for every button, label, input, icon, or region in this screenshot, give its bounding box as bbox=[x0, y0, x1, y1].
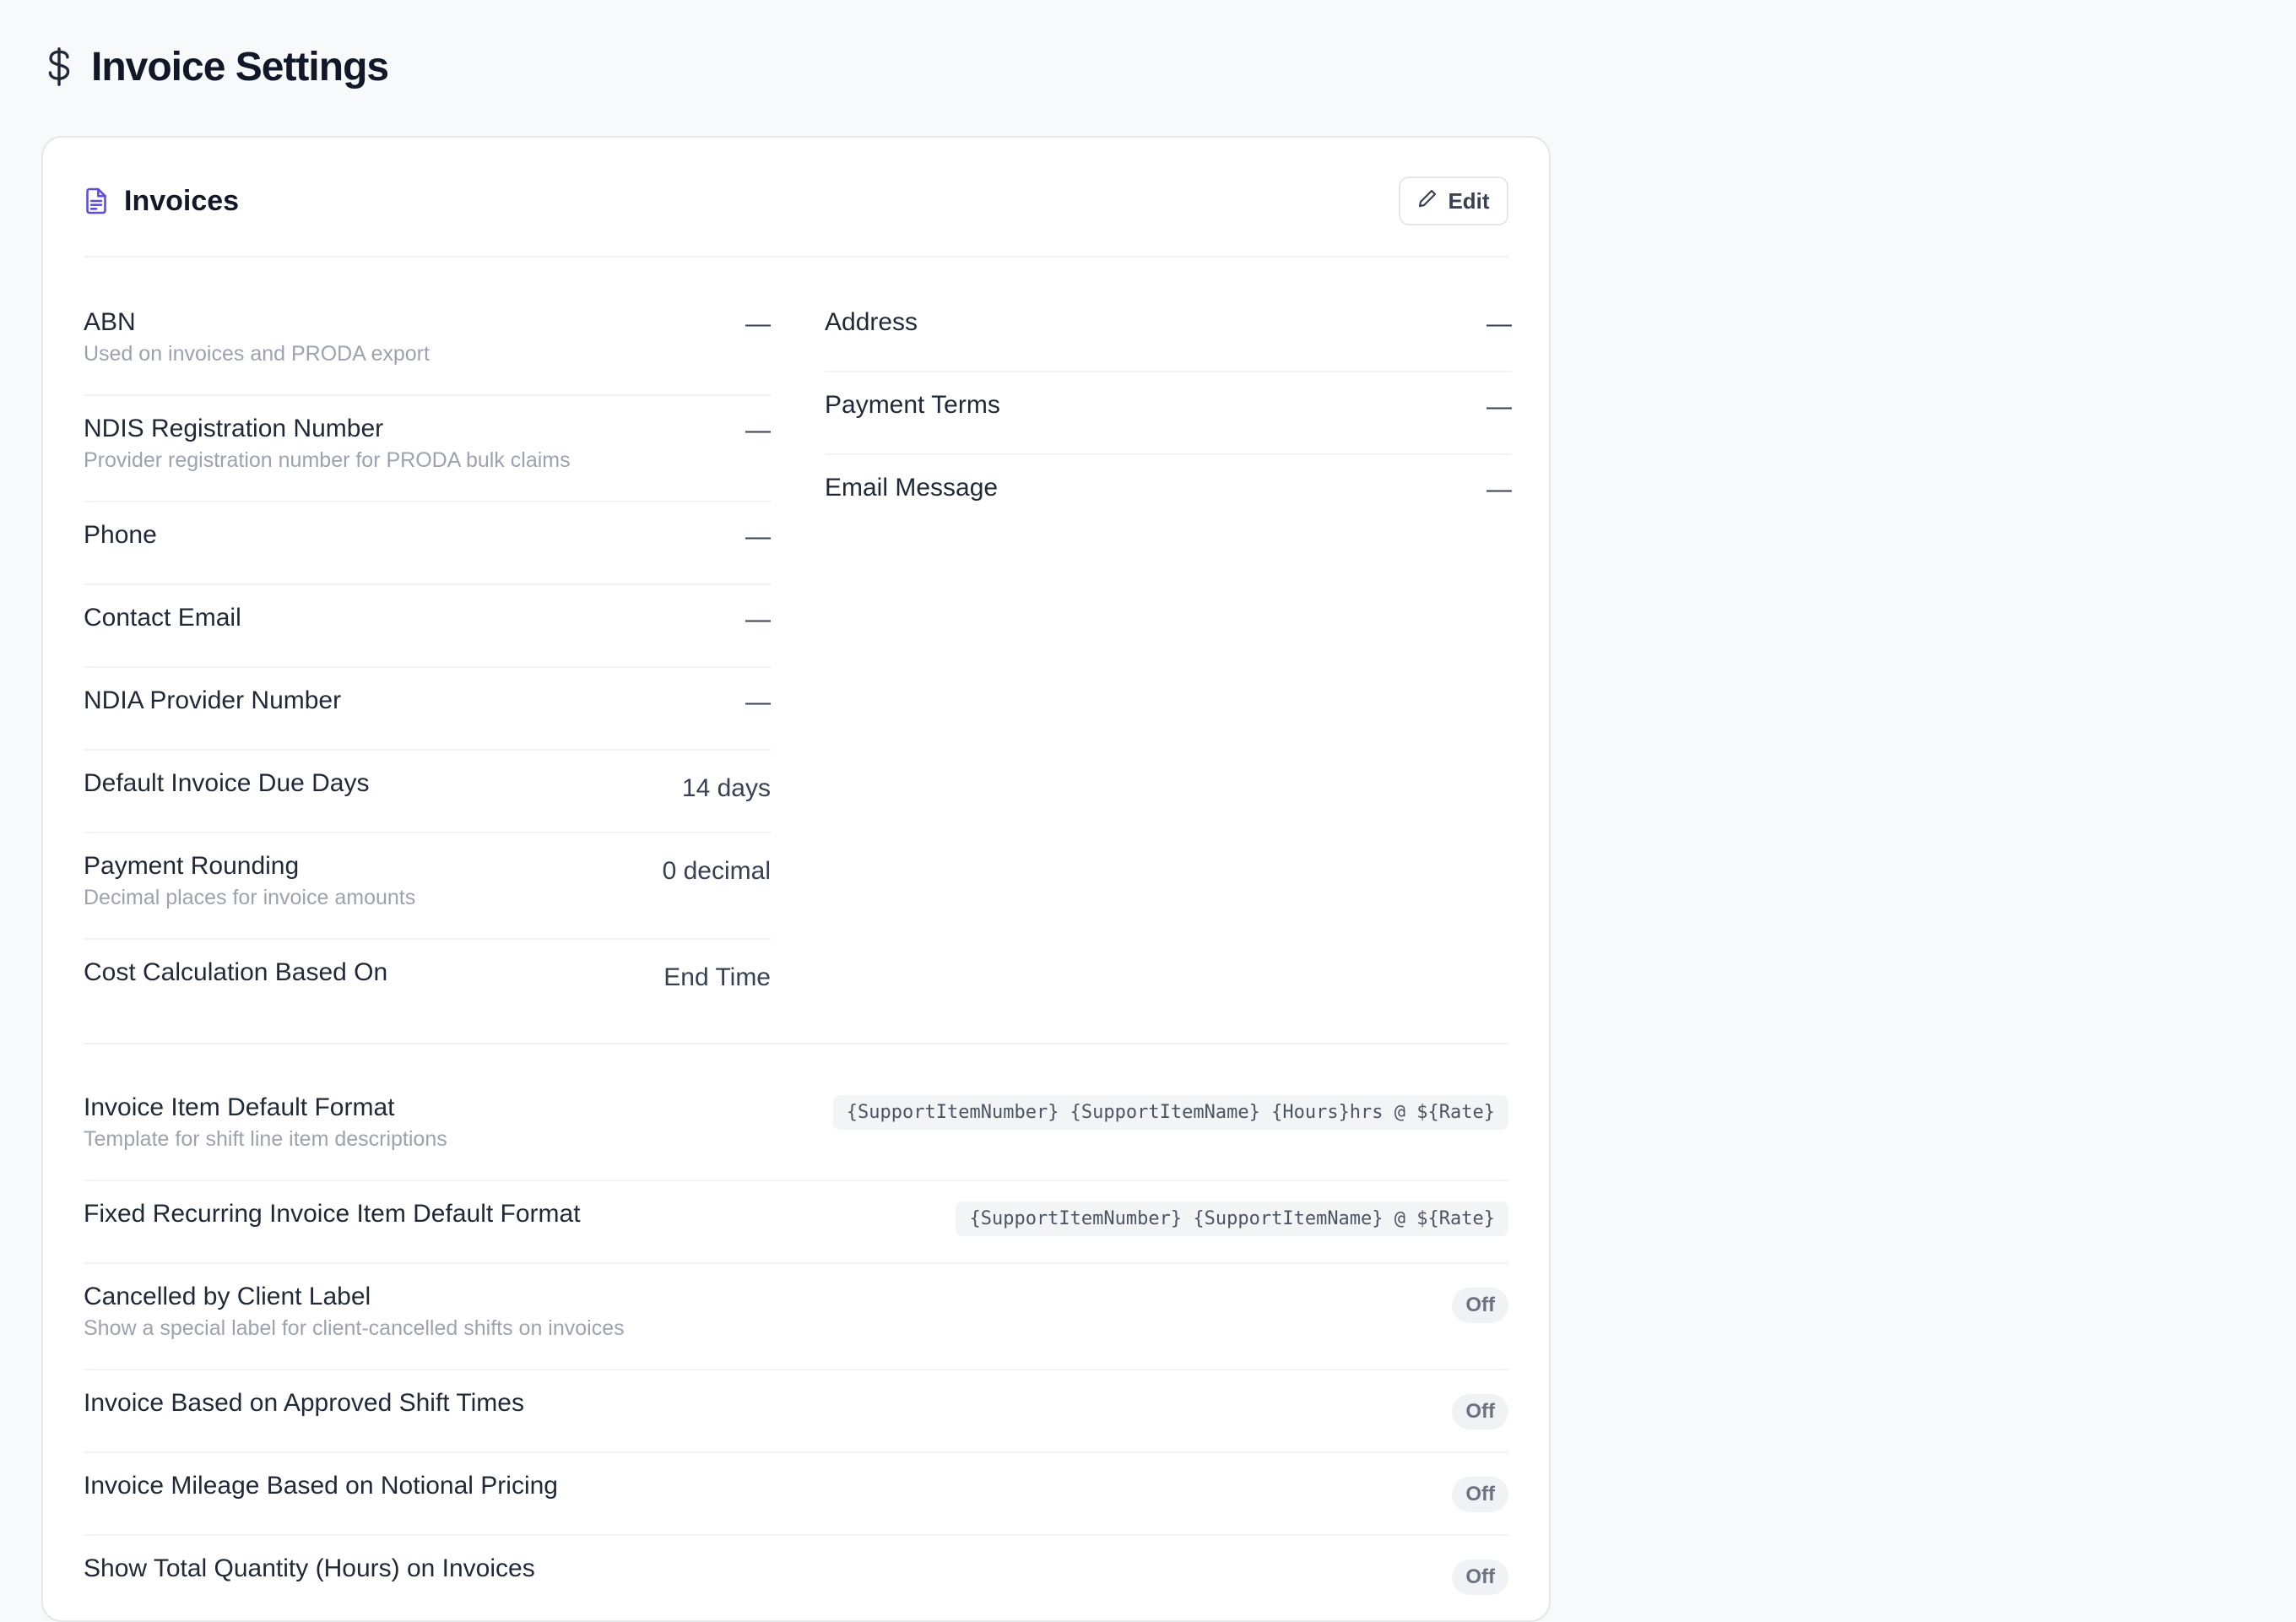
field-value: — bbox=[745, 310, 771, 338]
field-value: 14 days bbox=[681, 774, 771, 802]
page-header: Invoice Settings bbox=[42, 39, 389, 95]
field-description: Show a special label for client-cancelle… bbox=[84, 1316, 625, 1340]
status-badge: Off bbox=[1452, 1394, 1508, 1429]
field-contact-email: Contact Email — bbox=[84, 585, 771, 668]
field-description: Decimal places for invoice amounts bbox=[84, 886, 416, 909]
format-and-toggle-section: Invoice Item Default Format Template for… bbox=[84, 1075, 1508, 1619]
field-value: 0 decimal bbox=[662, 857, 771, 885]
field-label: Payment Terms bbox=[825, 391, 1000, 419]
field-email-message: Email Message — bbox=[825, 455, 1512, 538]
status-badge: Off bbox=[1452, 1560, 1508, 1595]
field-label: Cost Calculation Based On bbox=[84, 958, 388, 986]
field-label: Payment Rounding bbox=[84, 852, 300, 880]
field-cost-calculation-based-on: Cost Calculation Based On End Time bbox=[84, 940, 771, 1023]
field-fixed-recurring-invoice-item-default-format: Fixed Recurring Invoice Item Default For… bbox=[84, 1181, 1508, 1264]
edit-button[interactable]: Edit bbox=[1399, 176, 1508, 225]
field-abn: ABN Used on invoices and PRODA export — bbox=[84, 290, 771, 396]
field-value: — bbox=[1486, 310, 1512, 338]
field-ndia-provider-number: NDIA Provider Number — bbox=[84, 668, 771, 751]
edit-button-label: Edit bbox=[1448, 187, 1490, 214]
field-show-total-quantity-hours-on-invoices: Show Total Quantity (Hours) on Invoices … bbox=[84, 1536, 1508, 1619]
field-value: — bbox=[1486, 475, 1512, 503]
field-description: Provider registration number for PRODA b… bbox=[84, 448, 571, 472]
field-label: NDIS Registration Number bbox=[84, 415, 384, 442]
left-field-column: ABN Used on invoices and PRODA export — … bbox=[84, 290, 771, 1023]
dollar-icon bbox=[42, 45, 76, 89]
field-payment-terms: Payment Terms — bbox=[825, 372, 1512, 455]
field-description: Used on invoices and PRODA export bbox=[84, 342, 430, 366]
field-label: Phone bbox=[84, 521, 157, 549]
field-value: — bbox=[745, 605, 771, 633]
field-label: Fixed Recurring Invoice Item Default For… bbox=[84, 1200, 581, 1228]
field-value: — bbox=[745, 688, 771, 716]
status-badge: Off bbox=[1452, 1477, 1508, 1512]
field-default-invoice-due-days: Default Invoice Due Days 14 days bbox=[84, 751, 771, 833]
field-label: Contact Email bbox=[84, 604, 241, 632]
field-label: Default Invoice Due Days bbox=[84, 769, 370, 797]
field-label: Cancelled by Client Label bbox=[84, 1283, 371, 1310]
field-label: Invoice Item Default Format bbox=[84, 1093, 395, 1121]
format-template-code: {SupportItemNumber} {SupportItemName} @ … bbox=[956, 1202, 1508, 1236]
field-label: ABN bbox=[84, 308, 136, 336]
field-value: — bbox=[745, 523, 771, 551]
field-label: Address bbox=[825, 308, 918, 336]
card-title: Invoices bbox=[124, 184, 240, 217]
field-label: Invoice Based on Approved Shift Times bbox=[84, 1389, 524, 1417]
divider bbox=[84, 256, 1508, 258]
divider bbox=[84, 1043, 1508, 1044]
field-label: Show Total Quantity (Hours) on Invoices bbox=[84, 1554, 535, 1582]
field-label: Email Message bbox=[825, 474, 999, 502]
field-invoice-mileage-based-on-notional-pricing: Invoice Mileage Based on Notional Pricin… bbox=[84, 1453, 1508, 1536]
field-label: Invoice Mileage Based on Notional Pricin… bbox=[84, 1472, 558, 1500]
status-badge: Off bbox=[1452, 1288, 1508, 1323]
field-invoice-based-on-approved-shift-times: Invoice Based on Approved Shift Times Of… bbox=[84, 1370, 1508, 1453]
right-field-column: Address — Payment Terms — Email Message … bbox=[825, 290, 1512, 538]
field-label: NDIA Provider Number bbox=[84, 686, 342, 714]
field-invoice-item-default-format: Invoice Item Default Format Template for… bbox=[84, 1075, 1508, 1181]
invoices-card: Invoices Edit ABN Used on invoices and P… bbox=[41, 136, 1551, 1622]
field-address: Address — bbox=[825, 290, 1512, 372]
field-value: End Time bbox=[663, 963, 771, 991]
field-ndis-registration-number: NDIS Registration Number Provider regist… bbox=[84, 396, 771, 502]
field-value: — bbox=[1486, 393, 1512, 420]
format-template-code: {SupportItemNumber} {SupportItemName} {H… bbox=[832, 1095, 1508, 1130]
field-value: — bbox=[745, 416, 771, 444]
field-payment-rounding: Payment Rounding Decimal places for invo… bbox=[84, 833, 771, 940]
document-icon bbox=[84, 187, 109, 215]
card-header: Invoices Edit bbox=[84, 176, 1508, 225]
field-description: Template for shift line item description… bbox=[84, 1127, 447, 1151]
page-title: Invoice Settings bbox=[91, 44, 389, 90]
pencil-icon bbox=[1417, 188, 1438, 214]
field-phone: Phone — bbox=[84, 502, 771, 585]
field-cancelled-by-client-label: Cancelled by Client Label Show a special… bbox=[84, 1264, 1508, 1370]
